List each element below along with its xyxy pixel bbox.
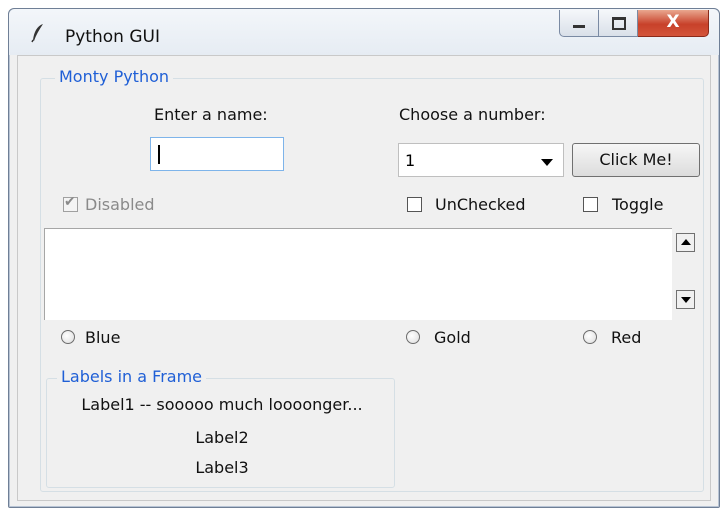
minimize-button[interactable] <box>559 10 599 37</box>
name-label: Enter a name: <box>154 105 268 124</box>
maximize-button[interactable] <box>599 10 638 37</box>
radio-red-label[interactable]: Red <box>611 328 641 347</box>
unchecked-checkbox[interactable] <box>407 197 422 212</box>
vertical-scrollbar[interactable] <box>672 228 702 319</box>
scroll-down-button[interactable] <box>676 290 695 309</box>
window-title: Python GUI <box>65 27 160 47</box>
scroll-up-button[interactable] <box>676 233 695 252</box>
radio-gold-label[interactable]: Gold <box>434 328 471 347</box>
number-combobox[interactable]: 1 <box>398 143 564 177</box>
name-input[interactable] <box>150 137 284 171</box>
number-label: Choose a number: <box>399 105 546 124</box>
text-caret <box>158 145 160 164</box>
checkmark-icon: ✔ <box>64 194 76 210</box>
scrolled-text-area[interactable] <box>44 228 672 320</box>
caption-buttons: X <box>559 10 709 38</box>
minimize-icon <box>573 25 585 28</box>
close-button[interactable]: X <box>638 10 709 37</box>
arrow-down-icon <box>681 297 691 303</box>
radio-red[interactable] <box>583 330 597 344</box>
app-window: Python GUI X Monty Python Enter a name: … <box>8 8 720 508</box>
dropdown-arrow-icon[interactable] <box>541 159 553 166</box>
label-3: Label3 <box>195 458 249 477</box>
number-selected-value: 1 <box>405 151 416 170</box>
client-area: Monty Python Enter a name: Choose a numb… <box>17 55 711 501</box>
disabled-checkbox-label: Disabled <box>85 195 155 214</box>
group-title: Monty Python <box>55 67 174 86</box>
unchecked-checkbox-label[interactable]: UnChecked <box>435 195 526 214</box>
toggle-checkbox[interactable] <box>583 197 598 212</box>
radio-blue-label[interactable]: Blue <box>85 328 120 347</box>
maximize-icon <box>612 17 626 30</box>
labels-frame-title: Labels in a Frame <box>57 367 206 386</box>
click-me-button[interactable]: Click Me! <box>572 143 700 177</box>
label-2: Label2 <box>195 428 249 447</box>
feather-icon <box>31 24 43 43</box>
disabled-checkbox: ✔ <box>63 194 78 212</box>
radio-blue[interactable] <box>61 330 75 344</box>
title-bar[interactable]: Python GUI X <box>9 9 719 55</box>
toggle-checkbox-label[interactable]: Toggle <box>612 195 663 214</box>
arrow-up-icon <box>681 239 691 245</box>
close-icon: X <box>666 12 680 32</box>
label-1: Label1 -- sooooo much loooonger... <box>81 395 363 414</box>
radio-gold[interactable] <box>406 330 420 344</box>
